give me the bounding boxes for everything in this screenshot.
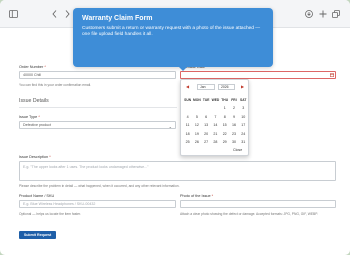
year-select[interactable]: 2026 [218,84,235,90]
weekday-label: SAT [240,98,247,102]
day-cell[interactable]: 13 [202,121,211,129]
weekday-label: FRI [231,98,237,102]
day-cell[interactable]: 31 [239,138,248,146]
day-cell[interactable]: 30 [229,138,238,146]
issue-description-label: Issue Description * [19,155,51,159]
tooltip-callout: Warranty Claim Form Customers submit a r… [73,8,273,71]
day-cell[interactable]: 5 [192,113,201,121]
day-cell[interactable]: 23 [229,130,238,138]
week-row: 123 [183,104,248,112]
download-icon[interactable] [305,10,313,18]
empty-day-cell [183,104,192,112]
tooltip-text: Customers submit a return or warranty re… [82,26,261,38]
day-cell[interactable]: 16 [229,121,238,129]
day-cell[interactable]: 9 [229,113,238,121]
day-cell[interactable]: 2 [229,104,238,112]
weekday-label: TUE [202,98,210,102]
issue-type-value: Defective product [23,123,51,127]
month-select[interactable]: Jan [197,84,215,90]
purchase-date-input[interactable] [180,71,336,79]
product-name-help: Optional — helps us locate the item fast… [19,212,81,216]
week-row: 18 19 20 21 22 23 24 [183,130,248,138]
week-row: 25 26 27 28 29 30 31 [183,138,248,146]
issue-description-help: Please describe the problem in detail — … [19,184,180,188]
year-value: 2026 [221,85,229,89]
chevron-right-icon[interactable] [65,10,70,18]
week-row: 4 5 6 7 8 9 10 [183,113,248,121]
weekday-label: WED [211,98,220,102]
copy-icon[interactable] [332,10,340,18]
day-cell[interactable]: 27 [202,138,211,146]
chevron-left-icon[interactable] [52,10,57,18]
weekday-label: THU [221,98,229,102]
day-cell[interactable]: 14 [211,121,220,129]
day-cell[interactable]: 10 [239,113,248,121]
day-cell[interactable]: 12 [192,121,201,129]
day-cell[interactable]: 25 [183,138,192,146]
datepicker-popup: ◀ Jan 2026 ▶ SUN MON TUE WED THU FRI SAT 1 2 3 4 5 6… [180,79,249,156]
datepicker-header: ◀ Jan 2026 ▶ [181,80,250,93]
datepicker-grid: SUN MON TUE WED THU FRI SAT 1 2 3 4 5 6 7 8 9 10 11 12 13 14… [183,96,248,146]
plus-icon[interactable] [319,10,327,18]
day-cell[interactable]: 24 [239,130,248,138]
issue-type-label: Issue Type * [19,115,40,119]
empty-day-cell [192,104,201,112]
day-cell[interactable]: 26 [192,138,201,146]
weekday-label: MON [193,98,201,102]
next-month-icon[interactable]: ▶ [241,84,244,89]
photo-upload-input[interactable] [180,200,336,208]
tooltip-title: Warranty Claim Form [82,15,153,22]
datepicker-close-button[interactable]: Close [233,148,242,152]
weekday-header-row: SUN MON TUE WED THU FRI SAT [183,96,248,104]
day-cell[interactable]: 19 [192,130,201,138]
chevron-down-icon: ⌄ [168,124,172,129]
order-number-label: Order Number * [19,65,46,69]
day-cell[interactable]: 21 [211,130,220,138]
day-cell[interactable]: 17 [239,121,248,129]
day-cell[interactable]: 28 [211,138,220,146]
order-number-input[interactable]: 40000 Chill [19,71,176,79]
empty-day-cell [202,104,211,112]
browser-window: Order Number * 40000 Chill You can find … [0,0,350,255]
day-cell[interactable]: 7 [211,113,220,121]
photo-help: Attach a clear photo showing the defect … [180,212,318,216]
day-cell[interactable]: 15 [220,121,229,129]
tooltip-arrow [179,67,187,71]
day-cell[interactable]: 22 [220,130,229,138]
day-cell[interactable]: 18 [183,130,192,138]
issue-details-heading: Issue Details [19,98,49,104]
sidebar-icon[interactable] [9,10,18,18]
order-number-help: You can find this in your order confirma… [19,83,92,87]
day-cell[interactable]: 20 [202,130,211,138]
empty-day-cell [211,104,220,112]
day-cell[interactable]: 8 [220,113,229,121]
calendar-icon[interactable] [330,73,334,77]
issue-description-textarea[interactable]: E.g. "The upper looks after 1 uses. The … [19,161,336,181]
month-value: Jan [200,85,206,89]
day-cell[interactable]: 6 [202,113,211,121]
prev-month-icon[interactable]: ◀ [186,84,189,89]
issue-type-select[interactable]: Defective product ⌄ [19,121,176,129]
day-cell[interactable]: 1 [220,104,229,112]
day-cell[interactable]: 11 [183,121,192,129]
day-cell[interactable]: 4 [183,113,192,121]
week-row: 11 12 13 14 15 16 17 [183,121,248,129]
submit-request-button[interactable]: Submit Request [19,231,56,239]
section-divider [19,107,177,108]
day-cell[interactable]: 3 [239,104,248,112]
day-cell[interactable]: 29 [220,138,229,146]
photo-label: Photo of the Issue * [180,194,214,198]
product-name-input[interactable]: E.g. Blue Wireless Headphones / SKU-0043… [19,200,176,208]
weekday-label: SUN [184,98,192,102]
product-name-label: Product Name / SKU [19,194,55,198]
